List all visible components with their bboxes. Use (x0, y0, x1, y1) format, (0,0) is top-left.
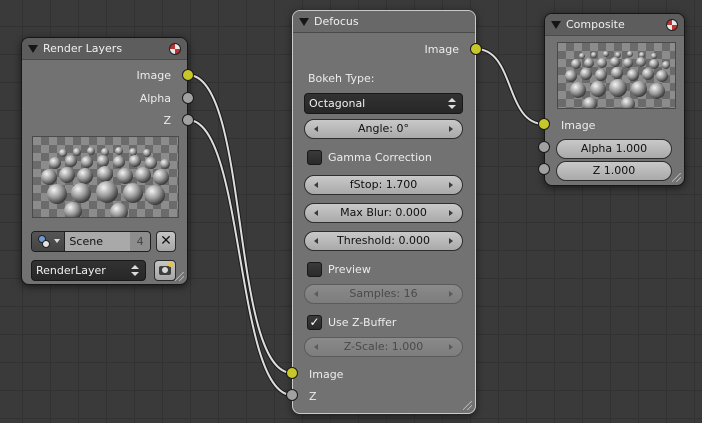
input-image-label: Image (309, 368, 344, 381)
render-layers-header[interactable]: Render Layers (22, 38, 187, 60)
defocus-input-image-socket[interactable] (286, 367, 298, 379)
use-z-buffer-checkbox[interactable]: ✓ (307, 314, 322, 330)
render-layers-node[interactable]: Render Layers Image Alpha Z Scene 4 ✕ Re… (21, 37, 188, 285)
z-field[interactable]: Z 1.000 (556, 161, 672, 181)
decrement-arrow-icon[interactable] (314, 344, 318, 350)
gamma-correction-toggle[interactable]: Gamma Correction (307, 149, 432, 165)
scene-selector[interactable]: Scene 4 (31, 231, 151, 252)
node-title: Defocus (314, 15, 359, 28)
bokeh-type-label: Bokeh Type: (308, 72, 375, 85)
input-image-label: Image (561, 119, 596, 132)
angle-field[interactable]: Angle: 0° (304, 119, 463, 139)
increment-arrow-icon[interactable] (449, 238, 453, 244)
scene-name-field[interactable]: Scene (65, 232, 131, 251)
increment-arrow-icon[interactable] (449, 126, 453, 132)
samples-field[interactable]: Samples: 16 (304, 284, 463, 304)
composite-node[interactable]: Composite Image Alpha 1.000 Z 1.000 (544, 13, 685, 186)
render-layer-select[interactable]: RenderLayer (31, 260, 146, 281)
scene-datablock-icon[interactable] (32, 232, 66, 251)
render-icon[interactable] (154, 260, 176, 281)
fstop-field[interactable]: fStop: 1.700 (304, 175, 463, 195)
alpha-value: Alpha 1.000 (580, 142, 648, 155)
composite-input-image-socket[interactable] (538, 118, 550, 130)
increment-arrow-icon[interactable] (449, 182, 453, 188)
preview-toggle-icon[interactable] (169, 43, 181, 55)
preview-label: Preview (328, 262, 371, 276)
defocus-node[interactable]: Defocus Image Bokeh Type: Octagonal Angl… (292, 10, 476, 414)
output-z-socket[interactable] (182, 114, 194, 126)
max-blur-value: Max Blur: 0.000 (340, 206, 427, 219)
chevron-updown-icon (448, 98, 456, 109)
defocus-header[interactable]: Defocus (293, 11, 475, 33)
threshold-value: Threshold: 0.000 (337, 234, 430, 247)
decrement-arrow-icon[interactable] (314, 126, 318, 132)
output-image-socket[interactable] (182, 69, 194, 81)
use-z-buffer-label: Use Z-Buffer (328, 315, 397, 329)
scene-users-count: 4 (130, 232, 150, 251)
bokeh-type-value: Octagonal (309, 97, 366, 110)
gamma-correction-label: Gamma Correction (328, 150, 432, 164)
alpha-field[interactable]: Alpha 1.000 (556, 139, 672, 159)
angle-value: Angle: 0° (357, 122, 409, 135)
composite-input-z-socket[interactable] (538, 163, 550, 175)
render-layer-value: RenderLayer (36, 264, 106, 277)
preview-checkbox[interactable] (307, 261, 322, 277)
z-scale-value: Z-Scale: 1.000 (343, 340, 424, 353)
threshold-field[interactable]: Threshold: 0.000 (304, 231, 463, 251)
samples-value: Samples: 16 (349, 287, 418, 300)
collapse-icon[interactable] (28, 44, 38, 53)
resize-grip-icon[interactable] (463, 401, 472, 410)
composite-input-alpha-socket[interactable] (538, 141, 550, 153)
output-image-label: Image (424, 43, 459, 56)
output-z-label: Z (163, 114, 171, 127)
spheres-render (565, 51, 670, 108)
output-image-label: Image (136, 69, 171, 82)
collapse-icon[interactable] (299, 17, 309, 26)
close-icon[interactable]: ✕ (156, 231, 176, 252)
output-alpha-socket[interactable] (182, 92, 194, 104)
node-title: Composite (566, 18, 625, 31)
composite-header[interactable]: Composite (545, 14, 684, 36)
gamma-correction-checkbox[interactable] (307, 149, 322, 165)
render-preview-image (32, 136, 179, 218)
increment-arrow-icon[interactable] (449, 210, 453, 216)
decrement-arrow-icon[interactable] (314, 210, 318, 216)
defocus-input-z-socket[interactable] (286, 389, 298, 401)
increment-arrow-icon[interactable] (449, 291, 453, 297)
resize-grip-icon[interactable] (175, 272, 184, 281)
increment-arrow-icon[interactable] (449, 344, 453, 350)
decrement-arrow-icon[interactable] (314, 182, 318, 188)
use-z-buffer-toggle[interactable]: ✓ Use Z-Buffer (307, 314, 396, 330)
z-scale-field[interactable]: Z-Scale: 1.000 (304, 337, 463, 357)
max-blur-field[interactable]: Max Blur: 0.000 (304, 203, 463, 223)
resize-grip-icon[interactable] (672, 173, 681, 182)
decrement-arrow-icon[interactable] (314, 291, 318, 297)
input-z-label: Z (309, 390, 317, 403)
defocus-output-image-socket[interactable] (470, 43, 482, 55)
bokeh-type-select[interactable]: Octagonal (304, 93, 463, 114)
node-title: Render Layers (43, 42, 123, 55)
fstop-value: fStop: 1.700 (349, 178, 418, 191)
chevron-updown-icon (131, 265, 139, 276)
collapse-icon[interactable] (551, 20, 561, 29)
z-value: Z 1.000 (592, 164, 636, 177)
output-alpha-label: Alpha (139, 92, 171, 105)
spheres-render (41, 147, 170, 217)
preview-toggle[interactable]: Preview (307, 261, 371, 277)
decrement-arrow-icon[interactable] (314, 238, 318, 244)
composite-preview-image (557, 42, 676, 109)
preview-toggle-icon[interactable] (666, 19, 678, 31)
